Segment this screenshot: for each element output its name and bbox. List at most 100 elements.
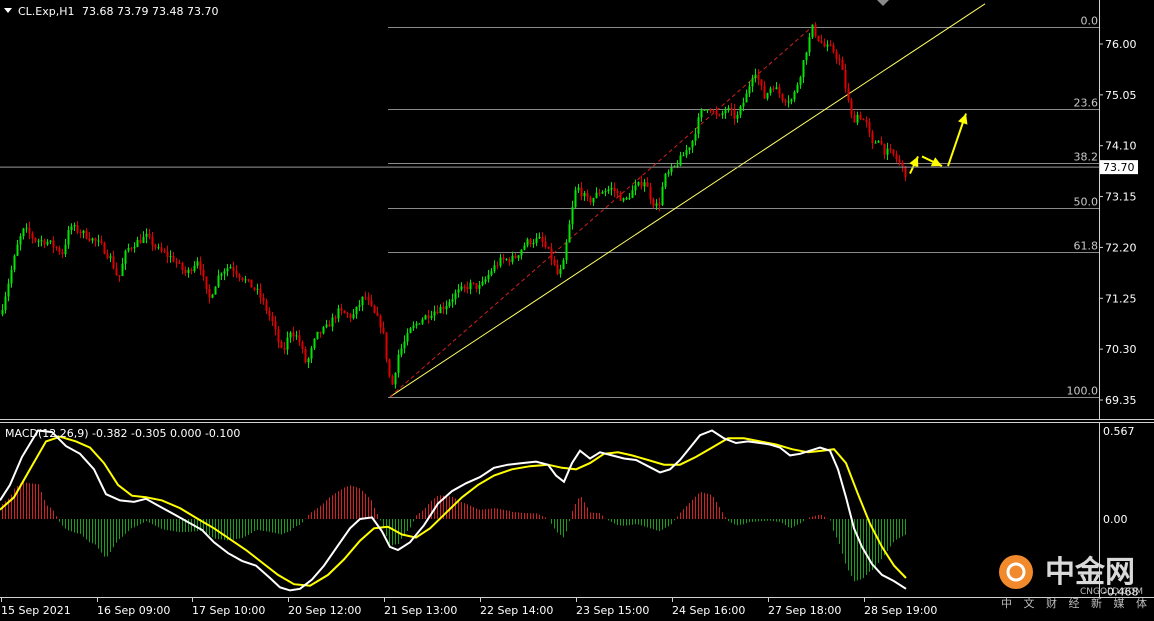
candle-body	[154, 245, 157, 248]
candle-body	[232, 266, 235, 272]
candle-body	[667, 172, 670, 174]
candle-body	[712, 111, 715, 113]
candle-body	[814, 24, 817, 36]
candle-body	[127, 248, 130, 251]
candle-body	[25, 227, 28, 229]
candle-body	[574, 190, 577, 208]
candle-body	[766, 93, 769, 99]
time-tick-label: 17 Sep 10:00	[192, 604, 265, 617]
candle-body	[184, 270, 187, 273]
candle-body	[241, 277, 244, 281]
candle-body	[664, 173, 667, 187]
candle-body	[634, 185, 637, 191]
candle-body	[190, 269, 193, 272]
candle-body	[112, 256, 115, 269]
candle-body	[520, 249, 523, 256]
candle-body	[436, 311, 439, 314]
price-tick-label: 73.15	[1105, 191, 1137, 204]
watermark-url: CNGOLD.COM	[1080, 587, 1143, 597]
candle-body	[850, 100, 853, 115]
candle-body	[319, 331, 322, 334]
candle-body	[601, 192, 604, 194]
candle-body	[151, 236, 154, 246]
candle-body	[709, 109, 712, 112]
candle-body	[565, 242, 568, 261]
candle-body	[136, 239, 139, 248]
candle-body	[121, 263, 124, 276]
chart-canvas: 0.0 23.6 38.2 50.0 61.8 100.0 76.00 75.05 74.10…	[0, 0, 1154, 621]
ohlc-values: 73.68 73.79 73.48 73.70	[82, 5, 218, 18]
candle-body	[646, 182, 649, 187]
candle-body	[511, 255, 514, 262]
candle-body	[175, 261, 178, 263]
candle-body	[901, 162, 904, 167]
fib-level-label: 100.0	[1067, 385, 1099, 398]
candle-body	[52, 240, 55, 248]
macd-header: MACD(12,26,9) -0.382 -0.305 0.000 -0.100	[5, 427, 240, 440]
candle-body	[376, 312, 379, 317]
candle-body	[550, 248, 553, 260]
candle-body	[592, 197, 595, 203]
candle-body	[295, 335, 298, 337]
candle-body	[832, 45, 835, 52]
candle-body	[694, 133, 697, 141]
candle-body	[718, 114, 721, 116]
candle-body	[562, 260, 565, 270]
candle-body	[133, 247, 136, 249]
candle-body	[118, 275, 121, 277]
candle-body	[778, 87, 781, 94]
candle-body	[904, 166, 907, 178]
candle-body	[874, 142, 877, 144]
candle-body	[244, 279, 247, 281]
cngold-watermark: 中金网 中 文 财 经 新 媒 体 CNGOLD.COM	[999, 555, 1147, 610]
time-tick-label: 24 Sep 16:00	[672, 604, 745, 617]
candle-body	[760, 79, 763, 86]
candle-body	[391, 375, 394, 385]
candle-body	[40, 240, 43, 242]
candle-body	[250, 279, 253, 288]
candle-body	[163, 250, 166, 252]
candle-body	[742, 102, 745, 107]
candle-body	[148, 233, 151, 237]
candle-body	[271, 316, 274, 322]
macd-tick-label: 0.00	[1103, 513, 1128, 526]
candle-body	[472, 282, 475, 284]
candle-body	[559, 269, 562, 274]
candle-body	[253, 287, 256, 290]
candle-body	[889, 148, 892, 150]
candle-body	[853, 114, 856, 123]
candle-body	[826, 44, 829, 47]
candle-body	[337, 308, 340, 319]
candle-body	[16, 244, 19, 256]
candle-body	[679, 155, 682, 166]
price-tick-label: 76.00	[1105, 38, 1137, 51]
candle-body	[115, 268, 118, 276]
candle-body	[193, 265, 196, 272]
candle-body	[724, 110, 727, 114]
price-tick-label: 70.30	[1105, 343, 1137, 356]
candle-body	[19, 236, 22, 245]
candle-body	[340, 308, 343, 311]
candle-body	[292, 332, 295, 337]
candle-body	[805, 52, 808, 61]
candle-body	[541, 236, 544, 242]
candle-body	[583, 193, 586, 197]
candle-body	[202, 269, 205, 277]
candle-body	[784, 100, 787, 102]
time-tick-label: 20 Sep 12:00	[288, 604, 361, 617]
candle-body	[304, 349, 307, 363]
candle-body	[661, 186, 664, 205]
candle-body	[625, 198, 628, 200]
candle-body	[274, 321, 277, 330]
candle-body	[70, 226, 73, 230]
candle-body	[799, 77, 802, 85]
candle-body	[478, 284, 481, 289]
candle-body	[835, 51, 838, 59]
candle-body	[754, 74, 757, 79]
candle-body	[793, 92, 796, 100]
candle-body	[577, 187, 580, 191]
candle-body	[865, 120, 868, 123]
candle-body	[82, 230, 85, 234]
candle-body	[76, 225, 79, 232]
candle-body	[238, 274, 241, 278]
